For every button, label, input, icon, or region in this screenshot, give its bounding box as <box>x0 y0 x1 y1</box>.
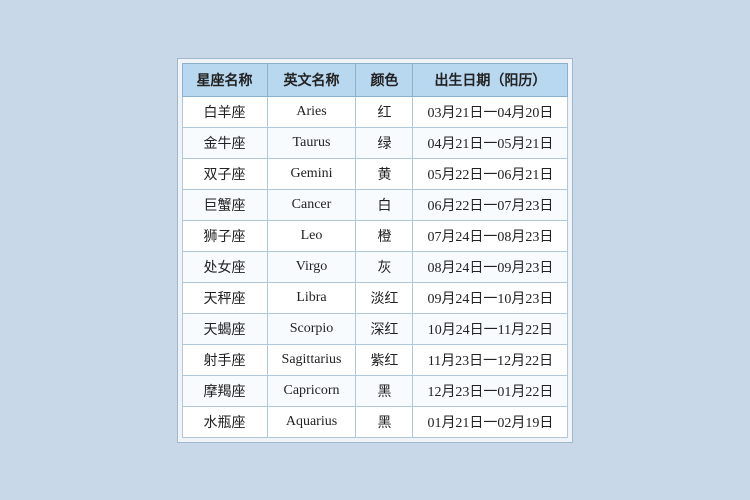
cell-chinese-name: 白羊座 <box>182 96 267 127</box>
table-row: 巨蟹座Cancer白06月22日一07月23日 <box>182 189 568 220</box>
cell-color: 灰 <box>356 251 413 282</box>
cell-english-name: Gemini <box>267 158 356 189</box>
cell-color: 黑 <box>356 406 413 437</box>
table-row: 天秤座Libra淡红09月24日一10月23日 <box>182 282 568 313</box>
cell-dates: 03月21日一04月20日 <box>413 96 568 127</box>
cell-dates: 12月23日一01月22日 <box>413 375 568 406</box>
cell-chinese-name: 天秤座 <box>182 282 267 313</box>
table-row: 天蝎座Scorpio深红10月24日一11月22日 <box>182 313 568 344</box>
table-row: 狮子座Leo橙07月24日一08月23日 <box>182 220 568 251</box>
cell-english-name: Aquarius <box>267 406 356 437</box>
cell-english-name: Leo <box>267 220 356 251</box>
table-row: 射手座Sagittarius紫红11月23日一12月22日 <box>182 344 568 375</box>
cell-dates: 01月21日一02月19日 <box>413 406 568 437</box>
table-row: 处女座Virgo灰08月24日一09月23日 <box>182 251 568 282</box>
cell-english-name: Virgo <box>267 251 356 282</box>
cell-english-name: Sagittarius <box>267 344 356 375</box>
table-row: 水瓶座Aquarius黑01月21日一02月19日 <box>182 406 568 437</box>
cell-chinese-name: 巨蟹座 <box>182 189 267 220</box>
cell-color: 白 <box>356 189 413 220</box>
table-row: 金牛座Taurus绿04月21日一05月21日 <box>182 127 568 158</box>
cell-color: 红 <box>356 96 413 127</box>
table-row: 白羊座Aries红03月21日一04月20日 <box>182 96 568 127</box>
cell-color: 绿 <box>356 127 413 158</box>
cell-english-name: Scorpio <box>267 313 356 344</box>
cell-color: 深红 <box>356 313 413 344</box>
cell-dates: 07月24日一08月23日 <box>413 220 568 251</box>
cell-english-name: Libra <box>267 282 356 313</box>
cell-english-name: Cancer <box>267 189 356 220</box>
cell-english-name: Taurus <box>267 127 356 158</box>
cell-chinese-name: 射手座 <box>182 344 267 375</box>
cell-dates: 05月22日一06月21日 <box>413 158 568 189</box>
cell-dates: 11月23日一12月22日 <box>413 344 568 375</box>
cell-english-name: Capricorn <box>267 375 356 406</box>
cell-dates: 10月24日一11月22日 <box>413 313 568 344</box>
cell-dates: 08月24日一09月23日 <box>413 251 568 282</box>
table-body: 白羊座Aries红03月21日一04月20日金牛座Taurus绿04月21日一0… <box>182 96 568 437</box>
cell-color: 淡红 <box>356 282 413 313</box>
cell-chinese-name: 双子座 <box>182 158 267 189</box>
zodiac-table: 星座名称 英文名称 颜色 出生日期（阳历） 白羊座Aries红03月21日一04… <box>182 63 569 438</box>
table-header-row: 星座名称 英文名称 颜色 出生日期（阳历） <box>182 63 568 96</box>
header-chinese-name: 星座名称 <box>182 63 267 96</box>
cell-dates: 09月24日一10月23日 <box>413 282 568 313</box>
cell-chinese-name: 水瓶座 <box>182 406 267 437</box>
header-english-name: 英文名称 <box>267 63 356 96</box>
cell-color: 橙 <box>356 220 413 251</box>
cell-chinese-name: 狮子座 <box>182 220 267 251</box>
header-color: 颜色 <box>356 63 413 96</box>
cell-chinese-name: 天蝎座 <box>182 313 267 344</box>
cell-color: 紫红 <box>356 344 413 375</box>
cell-dates: 06月22日一07月23日 <box>413 189 568 220</box>
cell-chinese-name: 摩羯座 <box>182 375 267 406</box>
cell-color: 黑 <box>356 375 413 406</box>
cell-chinese-name: 金牛座 <box>182 127 267 158</box>
cell-dates: 04月21日一05月21日 <box>413 127 568 158</box>
cell-color: 黄 <box>356 158 413 189</box>
table-row: 摩羯座Capricorn黑12月23日一01月22日 <box>182 375 568 406</box>
cell-chinese-name: 处女座 <box>182 251 267 282</box>
header-dates: 出生日期（阳历） <box>413 63 568 96</box>
zodiac-table-container: 星座名称 英文名称 颜色 出生日期（阳历） 白羊座Aries红03月21日一04… <box>177 58 574 443</box>
cell-english-name: Aries <box>267 96 356 127</box>
table-row: 双子座Gemini黄05月22日一06月21日 <box>182 158 568 189</box>
